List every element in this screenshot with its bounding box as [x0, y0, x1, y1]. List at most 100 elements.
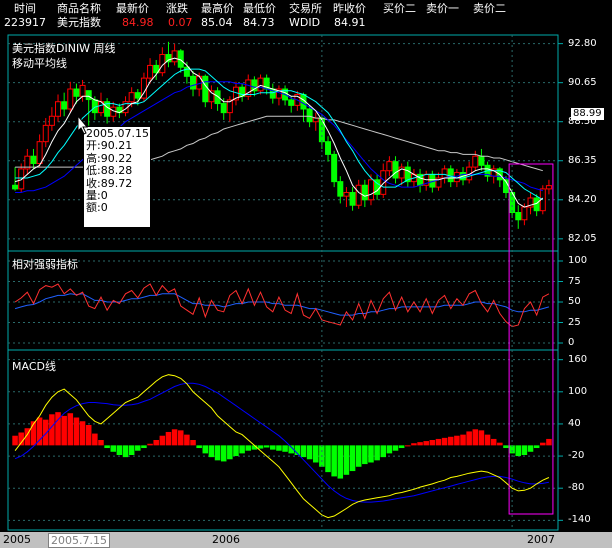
macd-bar	[239, 445, 245, 454]
macd-bar	[122, 445, 129, 458]
macd-bar	[349, 445, 356, 472]
macd-bar	[208, 445, 215, 458]
tooltip-amount: 额:0	[86, 201, 108, 215]
macd-bar	[165, 431, 172, 446]
macd-ytick-4: -80	[568, 482, 585, 494]
macd-bar	[405, 445, 411, 447]
macd-bar	[67, 413, 74, 446]
macd-bar	[484, 434, 491, 446]
macd-bar	[490, 438, 497, 446]
macd-bar	[104, 445, 110, 449]
rsi-ytick-1: 75	[568, 275, 581, 287]
macd-bar	[135, 445, 141, 451]
candle-body	[147, 64, 154, 79]
candle-body	[257, 77, 264, 92]
macd-bar	[110, 445, 117, 452]
candle-body	[288, 99, 295, 106]
macd-bar	[177, 430, 184, 446]
candle-body	[325, 141, 332, 155]
candle-body	[12, 184, 19, 190]
candle-body	[545, 185, 552, 190]
macd-bar	[190, 440, 196, 446]
date-label-2006: 2006	[212, 533, 240, 546]
candle-body	[42, 124, 49, 143]
macd-bar	[355, 445, 362, 467]
macd-bar	[61, 415, 67, 446]
macd-bar	[79, 421, 86, 446]
macd-bar	[42, 419, 49, 446]
price-ytick-1: 90.65	[568, 76, 597, 88]
candle-body	[515, 212, 522, 221]
macd-bar	[128, 445, 135, 455]
macd-bar	[503, 445, 509, 449]
macd-ytick-0: 160	[568, 353, 588, 365]
macd-bar	[380, 445, 387, 458]
candle-body	[478, 155, 485, 166]
candle-body	[386, 161, 393, 172]
macd-bar	[368, 445, 374, 463]
candle-body	[441, 168, 448, 179]
macd-bar	[92, 433, 98, 446]
macd-bar	[527, 445, 534, 452]
macd-bar	[227, 445, 233, 460]
macd-bar	[73, 417, 80, 446]
rsi-ytick-0: 100	[568, 255, 588, 266]
candle-tooltip: 2005.07.15 开:90.21 高:90.22 低:88.28 收:89.…	[83, 126, 151, 228]
price-ytick-4: 84.20	[568, 193, 597, 205]
macd-bar	[270, 445, 276, 450]
candle-body	[165, 54, 172, 63]
macd-bar	[417, 442, 423, 446]
price-ytick-0: 92.80	[568, 37, 597, 49]
chart-canvas[interactable]	[0, 0, 612, 548]
candle-body	[521, 206, 528, 221]
candle-body	[183, 66, 190, 77]
macd-bar	[429, 440, 436, 446]
macd-bar	[398, 445, 405, 449]
candle-body	[472, 155, 479, 168]
macd-ytick-3: -20	[568, 450, 585, 462]
date-label-cursor: 2005.7.15	[48, 533, 110, 548]
tooltip-open: 开:90.21	[86, 139, 133, 153]
rsi-ytick-4: 0	[568, 337, 575, 348]
candle-body	[220, 103, 227, 114]
macd-bar	[435, 438, 442, 446]
macd-bar	[245, 445, 252, 451]
macd-bar	[392, 445, 399, 451]
macd-bar	[472, 429, 479, 446]
macd-bar	[147, 443, 153, 446]
macd-bar	[454, 435, 460, 446]
macd-bar	[441, 437, 448, 446]
date-axis-bar: 2005 2005.7.15 2006 2007	[0, 532, 612, 548]
rsi-panel-title: 相对强弱指标	[12, 258, 78, 271]
macd-bar	[36, 417, 43, 446]
macd-bar	[282, 445, 288, 452]
candle-body	[61, 101, 68, 110]
macd-bar	[546, 438, 552, 446]
candle-body	[306, 108, 313, 123]
price-ytick-5: 82.05	[568, 232, 597, 244]
rsi-series-1	[14, 283, 550, 328]
macd-bar	[141, 445, 147, 449]
candle-body	[202, 75, 209, 103]
price-ytick-2: 88.50	[568, 115, 597, 127]
macd-bar	[153, 440, 159, 446]
macd-bar	[184, 434, 190, 446]
macd-bar	[447, 436, 454, 446]
macd-bar	[478, 430, 485, 446]
candle-body	[367, 179, 374, 201]
candle-body	[355, 184, 362, 206]
macd-bar	[466, 431, 472, 446]
macd-bar	[233, 445, 239, 457]
macd-bar	[263, 445, 270, 448]
macd-bar	[362, 445, 368, 465]
macd-ytick-5: -140	[568, 514, 591, 526]
macd-bar	[343, 445, 350, 475]
macd-bar	[331, 445, 337, 477]
macd-bar	[423, 441, 429, 446]
candle-body	[392, 161, 399, 179]
candle-body	[337, 181, 344, 197]
main-panel-title: 美元指数DINIW 周线	[12, 42, 116, 55]
candle-body	[349, 192, 356, 206]
candle-body	[171, 50, 178, 63]
macd-bar	[386, 445, 393, 454]
